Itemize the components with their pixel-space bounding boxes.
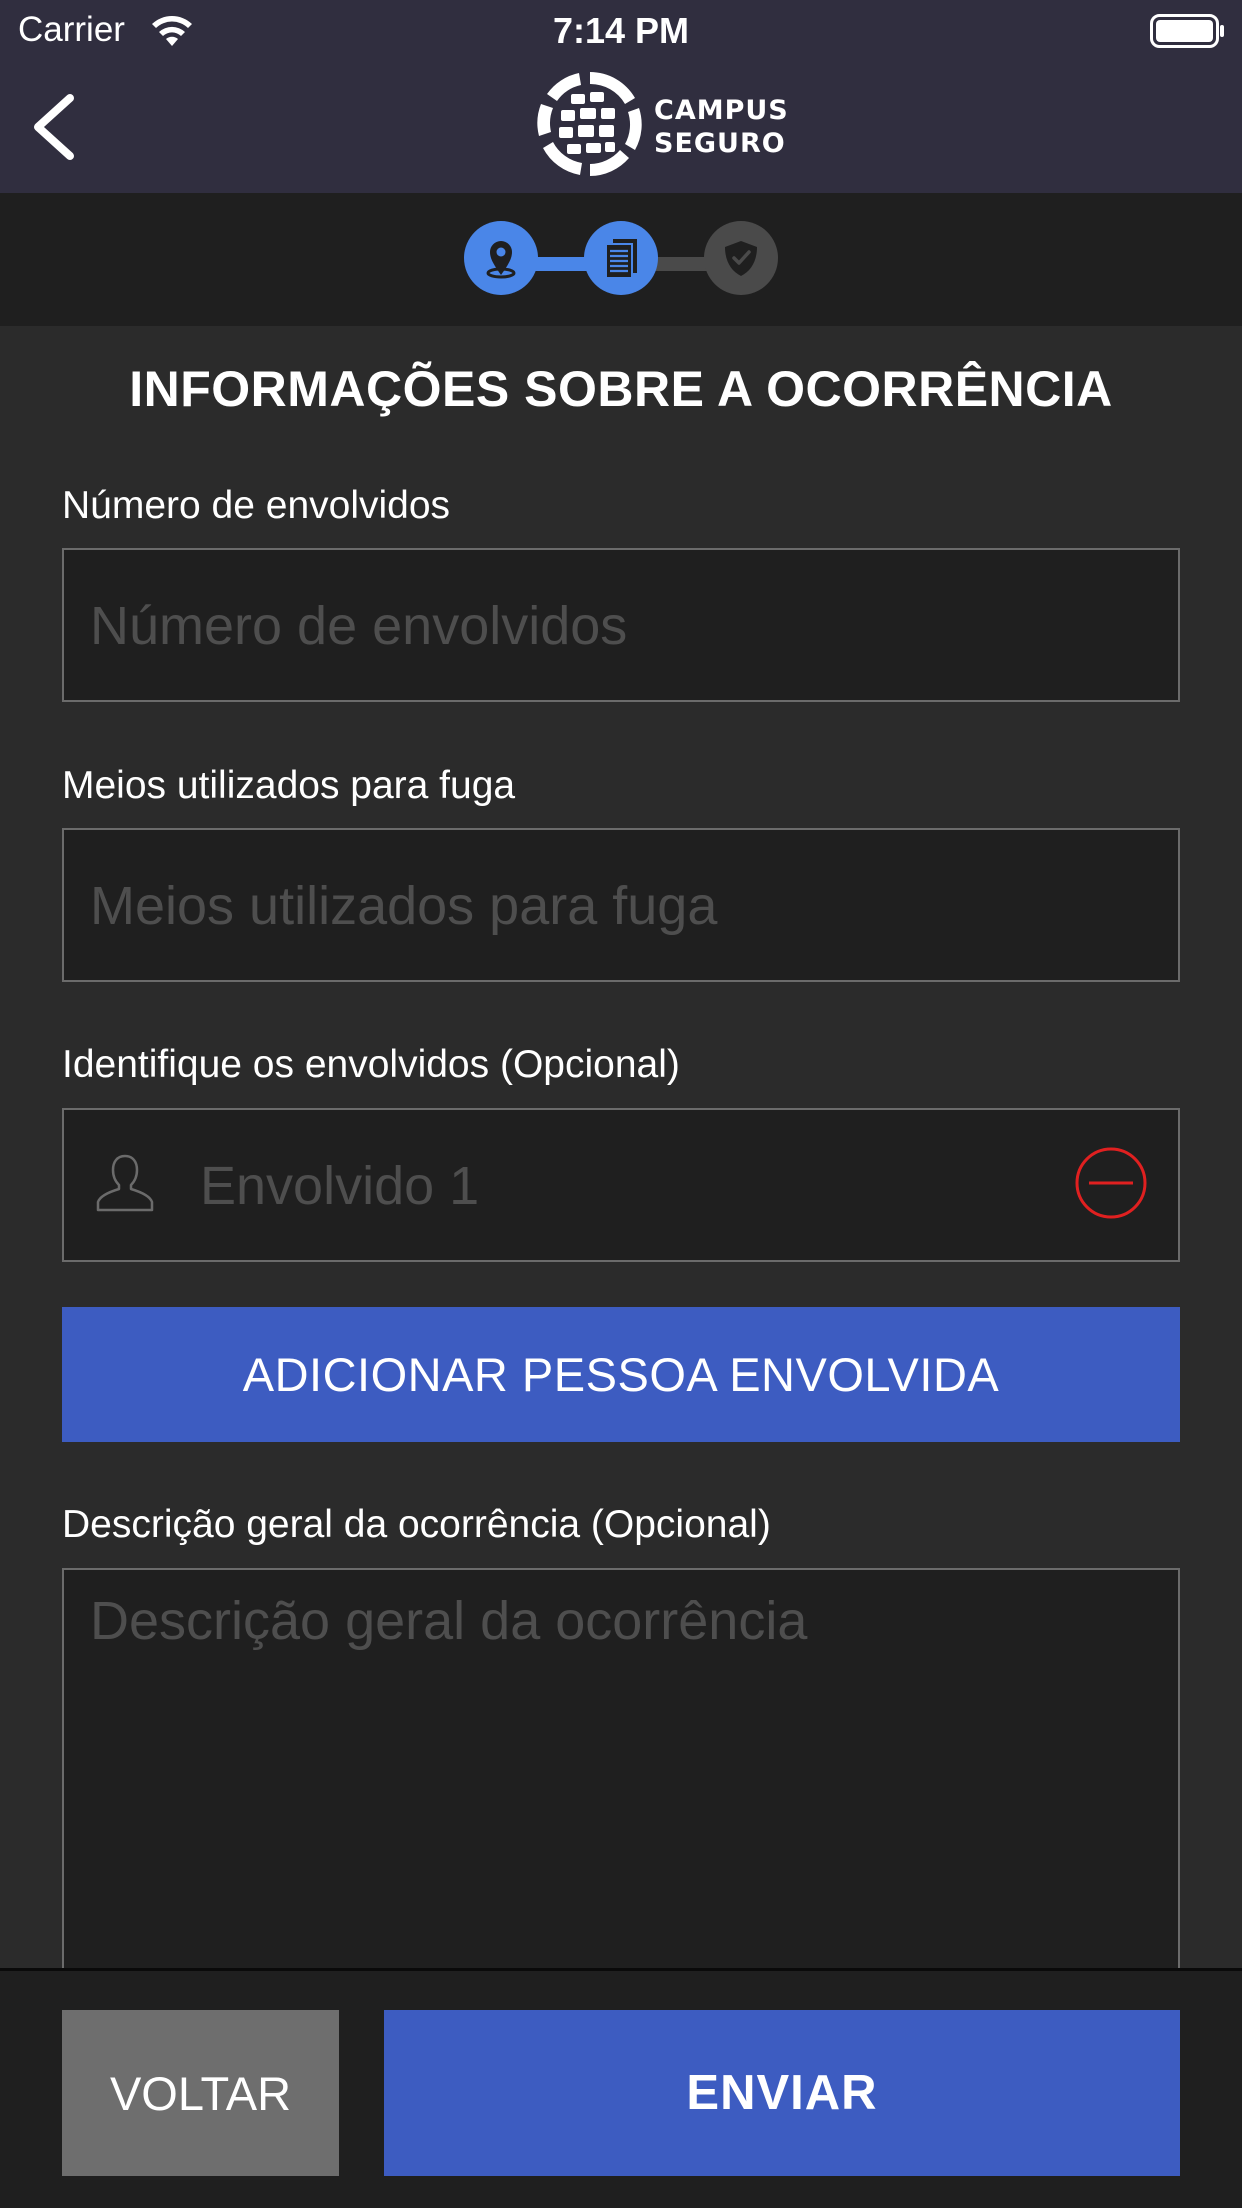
description-textarea[interactable] (88, 1588, 1152, 1962)
shield-check-icon (725, 241, 757, 276)
logo-line-1: CAMPUS (654, 95, 789, 126)
involved-person-row (62, 1108, 1180, 1262)
back-icon[interactable] (28, 92, 84, 162)
person-icon (96, 1154, 154, 1212)
escape-means-input[interactable] (88, 830, 1152, 982)
document-icon (605, 239, 637, 279)
step-location (464, 221, 538, 295)
step-details (584, 221, 658, 295)
escape-means-field (62, 828, 1180, 982)
involved-count-input[interactable] (88, 550, 1152, 702)
status-time: 7:14 PM (552, 10, 690, 51)
remove-person-icon[interactable] (1074, 1146, 1148, 1220)
escape-means-label: Meios utilizados para fuga (62, 764, 516, 807)
add-person-button[interactable]: ADICIONAR PESSOA ENVOLVIDA (62, 1307, 1180, 1442)
top-bar: Carrier 7:14 PM CAMPUS SEGURO (0, 0, 1242, 193)
battery-icon (1150, 14, 1224, 48)
send-button[interactable]: ENVIAR (384, 2010, 1180, 2176)
campus-seguro-logo: CAMPUS SEGURO (535, 68, 788, 180)
form-title: INFORMAÇÕES SOBRE A OCORRÊNCIA (129, 361, 1113, 417)
progress-stepper (0, 193, 1242, 326)
identify-involved-label: Identifique os envolvidos (Opcional) (62, 1043, 680, 1086)
involved-count-label: Número de envolvidos (62, 484, 451, 527)
description-label: Descrição geral da ocorrência (Opcional) (62, 1503, 771, 1546)
globe-logo-icon (537, 72, 642, 176)
step-confirm (704, 221, 778, 295)
status-bar: Carrier 7:14 PM (0, 0, 1242, 62)
involved-person-input[interactable] (198, 1110, 1002, 1262)
logo-line-2: SEGURO (654, 128, 786, 159)
logo-wordmark: CAMPUS SEGURO (654, 94, 789, 160)
description-field (62, 1568, 1180, 1968)
map-pin-icon (486, 241, 516, 279)
involved-count-field (62, 548, 1180, 702)
back-button[interactable]: VOLTAR (62, 2010, 339, 2176)
footer-actions: VOLTAR ENVIAR (0, 1968, 1242, 2208)
